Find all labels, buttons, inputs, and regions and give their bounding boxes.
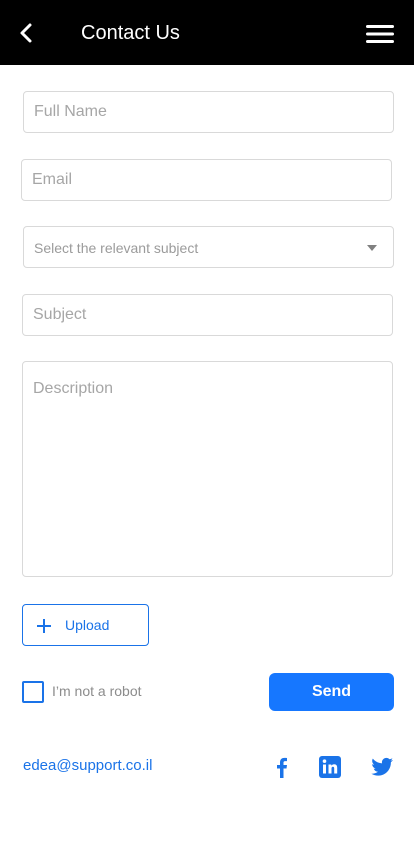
page-title: Contact Us bbox=[81, 22, 180, 44]
app-header: Contact Us bbox=[0, 0, 414, 65]
email-field bbox=[21, 159, 392, 201]
subject-select-value: Select the relevant subject bbox=[34, 240, 199, 256]
upload-button[interactable]: Upload bbox=[22, 604, 149, 646]
twitter-icon[interactable] bbox=[371, 756, 393, 778]
full-name-field bbox=[23, 91, 394, 133]
hamburger-menu-icon[interactable] bbox=[365, 24, 395, 44]
linkedin-icon[interactable] bbox=[319, 756, 341, 778]
description-textarea[interactable] bbox=[23, 362, 392, 576]
captcha-checkbox[interactable] bbox=[22, 681, 44, 703]
upload-label: Upload bbox=[65, 617, 110, 633]
send-label: Send bbox=[311, 683, 352, 700]
support-email-link[interactable]: edea@support.co.il bbox=[23, 757, 152, 775]
caret-down-icon bbox=[367, 245, 377, 251]
send-button[interactable]: Send bbox=[269, 673, 394, 711]
captcha-label: I’m not a robot bbox=[52, 683, 142, 699]
subject-field bbox=[22, 294, 393, 336]
email-input[interactable] bbox=[22, 160, 391, 200]
chevron-left-icon[interactable] bbox=[16, 21, 38, 45]
description-field bbox=[22, 361, 393, 577]
facebook-icon[interactable] bbox=[272, 756, 290, 778]
subject-input[interactable] bbox=[23, 295, 392, 335]
plus-icon bbox=[37, 619, 51, 633]
subject-select[interactable]: Select the relevant subject bbox=[23, 226, 394, 268]
full-name-input[interactable] bbox=[24, 92, 393, 132]
